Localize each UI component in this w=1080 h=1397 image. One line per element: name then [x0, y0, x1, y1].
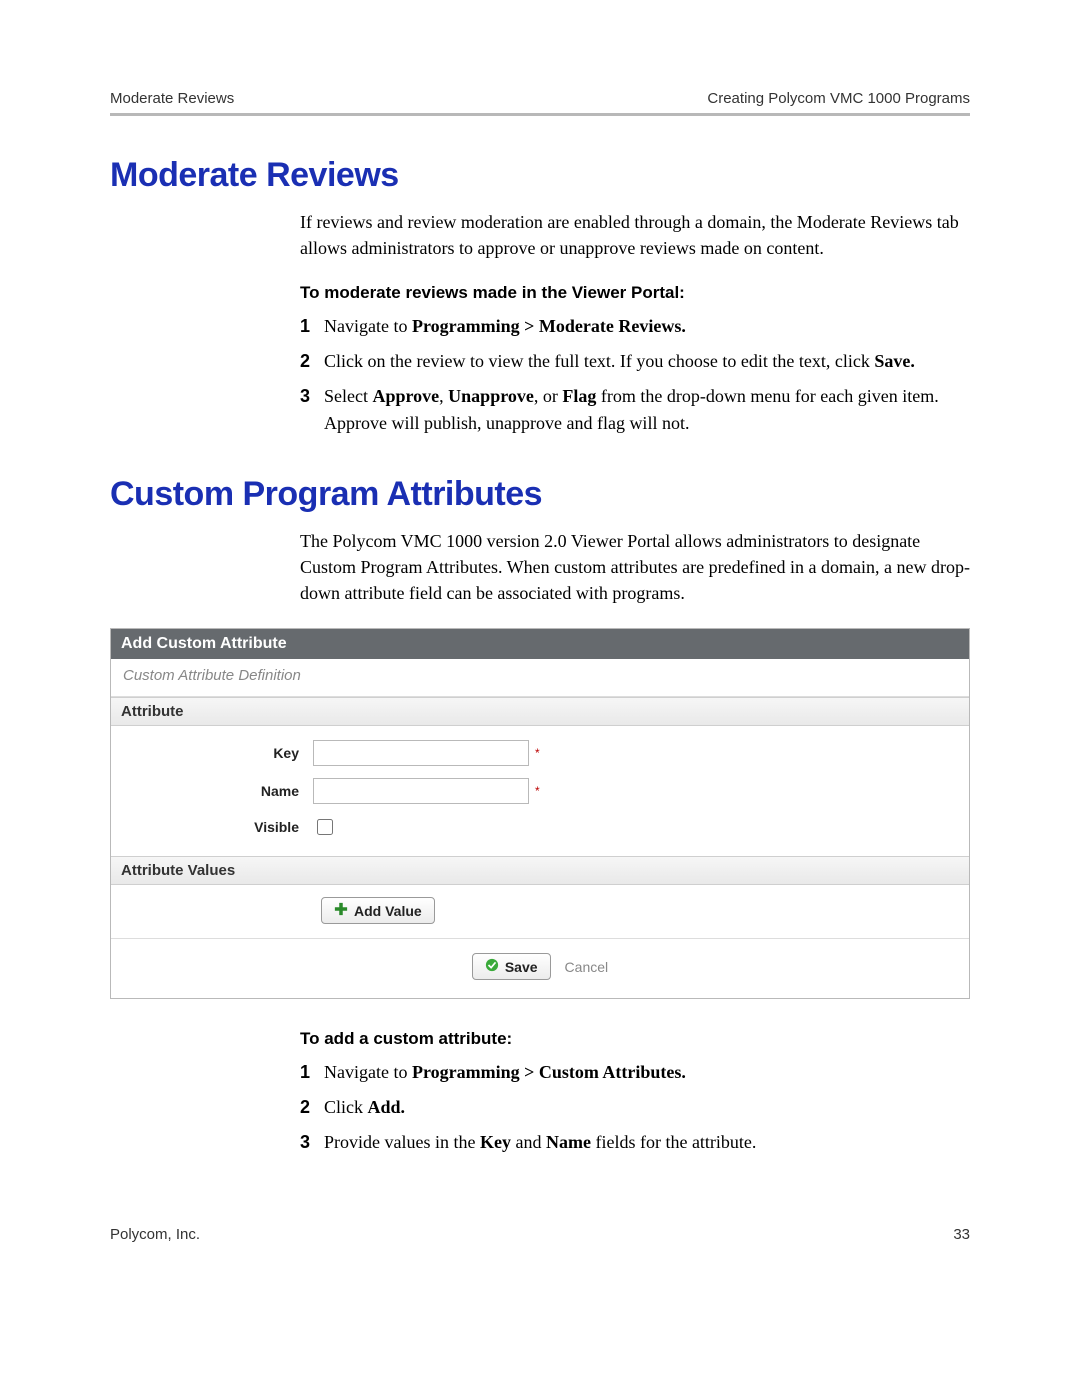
step-number: 2: [300, 348, 324, 375]
attribute-values-area: Add Value: [111, 885, 969, 938]
header-left: Moderate Reviews: [110, 90, 234, 107]
panel-title: Add Custom Attribute: [111, 629, 969, 659]
section2-steps: 1 Navigate to Programming > Custom Attri…: [300, 1059, 970, 1156]
step-number: 1: [300, 1059, 324, 1086]
header-right: Creating Polycom VMC 1000 Programs: [707, 90, 970, 107]
list-item: 3 Select Approve, Unapprove, or Flag fro…: [300, 383, 970, 437]
footer-left: Polycom, Inc.: [110, 1226, 200, 1243]
step-number: 3: [300, 383, 324, 437]
form-row-name: Name *: [111, 772, 969, 810]
running-header: Moderate Reviews Creating Polycom VMC 10…: [110, 90, 970, 116]
step-text: Click Add.: [324, 1094, 970, 1121]
footer-page-number: 33: [953, 1226, 970, 1243]
step-text: Provide values in the Key and Name field…: [324, 1129, 970, 1156]
check-icon: [485, 958, 499, 975]
save-button[interactable]: Save: [472, 953, 551, 980]
section2-intro: The Polycom VMC 1000 version 2.0 Viewer …: [300, 528, 970, 606]
add-value-button[interactable]: Add Value: [321, 897, 435, 924]
required-indicator: *: [535, 784, 540, 798]
visible-checkbox[interactable]: [317, 819, 333, 835]
name-input[interactable]: [313, 778, 529, 804]
form-row-visible: Visible: [111, 810, 969, 844]
section1-steps: 1 Navigate to Programming > Moderate Rev…: [300, 313, 970, 437]
attribute-form: Key * Name * Visible: [111, 726, 969, 856]
panel-section-attribute: Attribute: [111, 697, 969, 726]
section1-subhead: To moderate reviews made in the Viewer P…: [300, 283, 970, 303]
panel-subtitle: Custom Attribute Definition: [111, 659, 969, 697]
save-label: Save: [505, 959, 538, 975]
plus-icon: [334, 902, 348, 919]
step-number: 1: [300, 313, 324, 340]
list-item: 2 Click Add.: [300, 1094, 970, 1121]
list-item: 1 Navigate to Programming > Custom Attri…: [300, 1059, 970, 1086]
section2-subhead: To add a custom attribute:: [300, 1029, 970, 1049]
list-item: 1 Navigate to Programming > Moderate Rev…: [300, 313, 970, 340]
add-custom-attribute-panel: Add Custom Attribute Custom Attribute De…: [110, 628, 970, 999]
form-row-key: Key *: [111, 734, 969, 772]
panel-footer: Save Cancel: [111, 938, 969, 998]
heading-moderate-reviews: Moderate Reviews: [110, 156, 970, 195]
cancel-link[interactable]: Cancel: [565, 959, 609, 975]
document-page: Moderate Reviews Creating Polycom VMC 10…: [0, 0, 1080, 1303]
step-number: 2: [300, 1094, 324, 1121]
required-indicator: *: [535, 746, 540, 760]
list-item: 3 Provide values in the Key and Name fie…: [300, 1129, 970, 1156]
key-label: Key: [129, 745, 313, 761]
section2-steps-wrap: To add a custom attribute: 1 Navigate to…: [300, 1029, 970, 1156]
add-value-label: Add Value: [354, 903, 422, 919]
panel-section-attribute-values: Attribute Values: [111, 856, 969, 885]
heading-custom-program-attributes: Custom Program Attributes: [110, 475, 970, 514]
key-input[interactable]: [313, 740, 529, 766]
list-item: 2 Click on the review to view the full t…: [300, 348, 970, 375]
section1-body: If reviews and review moderation are ena…: [300, 209, 970, 437]
step-text: Navigate to Programming > Moderate Revie…: [324, 313, 970, 340]
visible-label: Visible: [129, 819, 313, 835]
step-text: Navigate to Programming > Custom Attribu…: [324, 1059, 970, 1086]
running-footer: Polycom, Inc. 33: [110, 1226, 970, 1243]
step-text: Click on the review to view the full tex…: [324, 348, 970, 375]
step-text: Select Approve, Unapprove, or Flag from …: [324, 383, 970, 437]
section1-intro: If reviews and review moderation are ena…: [300, 209, 970, 261]
step-number: 3: [300, 1129, 324, 1156]
section2-intro-wrap: The Polycom VMC 1000 version 2.0 Viewer …: [300, 528, 970, 606]
name-label: Name: [129, 783, 313, 799]
